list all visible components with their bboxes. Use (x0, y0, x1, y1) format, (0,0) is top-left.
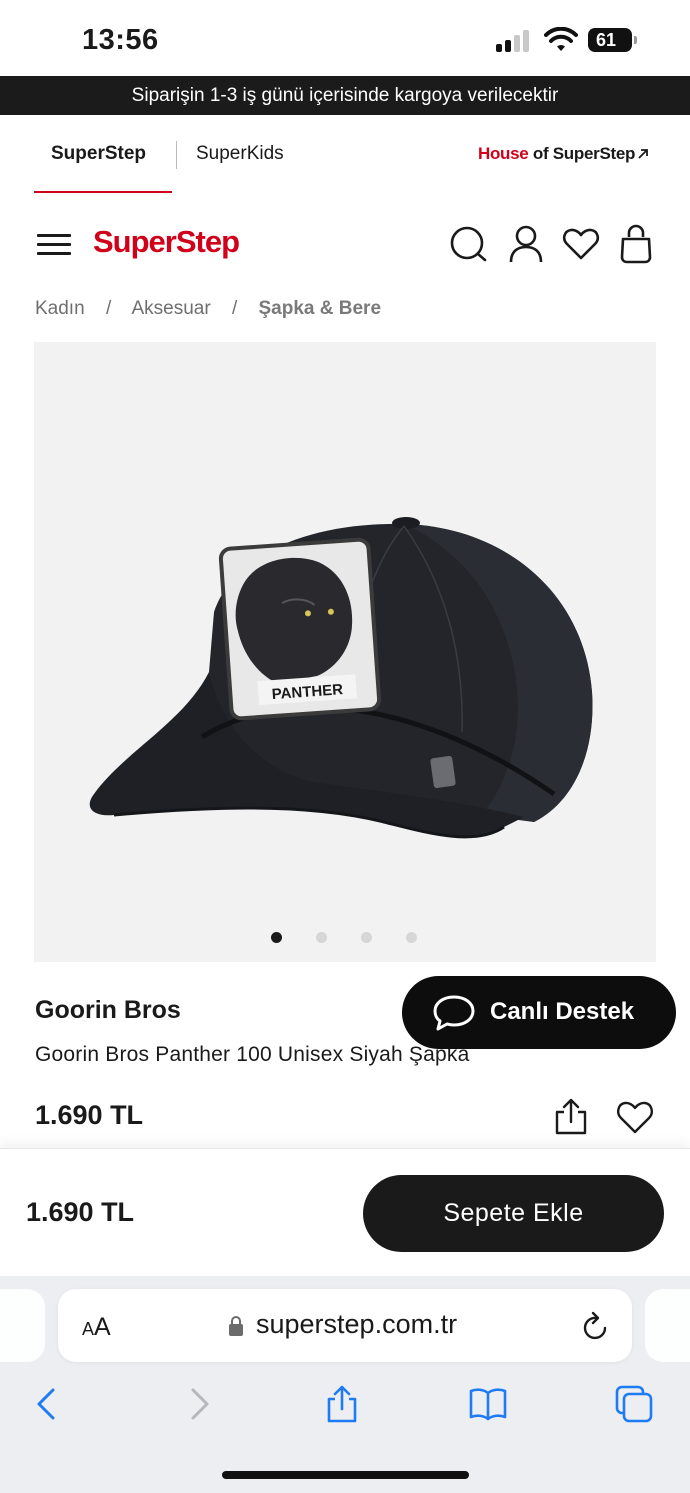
product-price: 1.690 TL (35, 1100, 144, 1130)
share-icon[interactable] (322, 1384, 362, 1424)
next-tab-preview[interactable] (645, 1289, 690, 1362)
bookmarks-icon[interactable] (468, 1384, 508, 1424)
share-icon[interactable] (552, 1098, 590, 1136)
battery-level: 61 (595, 30, 617, 50)
url-text: superstep.com.tr (256, 1309, 458, 1339)
battery-indicator: 61 (588, 28, 637, 52)
breadcrumb-item-aksesuar[interactable]: Aksesuar (131, 298, 210, 319)
tab-superkids[interactable]: SuperKids (196, 143, 284, 165)
product-brand[interactable]: Goorin Bros (35, 996, 181, 1025)
add-to-cart-button[interactable]: Sepete Ekle (363, 1175, 664, 1252)
tabs-icon[interactable] (614, 1384, 654, 1424)
lock-icon (229, 1316, 243, 1336)
breadcrumb-separator: / (231, 298, 238, 319)
aa-large: A (94, 1313, 111, 1341)
live-support-button[interactable]: Canlı Destek (402, 976, 676, 1049)
breadcrumb-item-sapka-bere[interactable]: Şapka & Bere (259, 298, 382, 319)
superstep-logo[interactable]: SuperStep (93, 224, 240, 260)
house-link-part2: of SuperStep (528, 144, 636, 163)
forward-icon[interactable] (178, 1384, 218, 1424)
reader-text-size-button[interactable]: AA (82, 1313, 111, 1342)
previous-tab-preview[interactable] (0, 1289, 45, 1362)
product-image-cap: PANTHER (89, 517, 593, 839)
house-link-part1: House (478, 144, 529, 163)
carousel-dot-1[interactable] (271, 932, 282, 943)
back-icon[interactable] (28, 1384, 68, 1424)
aa-small: A (82, 1319, 95, 1339)
status-time: 13:56 (82, 24, 159, 56)
cart-bar-price: 1.690 TL (26, 1197, 135, 1227)
main-header: SuperStep (0, 210, 690, 280)
brand-tabs: SuperStep SuperKids House of SuperStep (0, 115, 690, 195)
house-of-superstep-link[interactable]: House of SuperStep (478, 144, 635, 164)
carousel-dots (34, 930, 656, 944)
breadcrumb-item-kadin[interactable]: Kadın (35, 298, 85, 319)
cellular-signal-icon (496, 30, 534, 52)
wifi-icon (544, 27, 578, 51)
shipping-announcement: Siparişin 1-3 iş günü içerisinde kargoya… (0, 76, 690, 115)
active-tab-indicator (34, 191, 172, 193)
breadcrumb: Kadın / Aksesuar / Şapka & Bere (35, 298, 381, 320)
favorites-icon[interactable] (561, 224, 601, 264)
battery-cap (634, 36, 637, 44)
favorite-heart-icon[interactable] (616, 1100, 654, 1134)
carousel-dot-2[interactable] (316, 932, 327, 943)
breadcrumb-separator: / (105, 298, 112, 319)
carousel-dot-3[interactable] (361, 932, 372, 943)
search-icon[interactable] (448, 224, 488, 264)
tab-superstep[interactable]: SuperStep (51, 143, 146, 165)
product-image-carousel[interactable]: PANTHER (34, 342, 656, 962)
status-bar: 13:56 61 (0, 0, 690, 76)
product-name: Goorin Bros Panther 100 Unisex Siyah Şap… (35, 1043, 470, 1066)
cart-bag-icon[interactable] (616, 224, 656, 264)
sticky-cart-bar: 1.690 TL Sepete Ekle (0, 1148, 690, 1276)
address-bar[interactable]: AA superstep.com.tr (58, 1289, 632, 1362)
account-icon[interactable] (506, 224, 546, 264)
live-support-label: Canlı Destek (490, 998, 635, 1025)
tab-divider (176, 141, 177, 169)
chat-bubble-icon (433, 995, 475, 1031)
browser-chrome: AA superstep.com.tr (0, 1276, 690, 1493)
home-indicator (222, 1471, 469, 1479)
menu-icon[interactable] (37, 234, 71, 256)
external-arrow-icon (638, 149, 648, 159)
reload-icon[interactable] (582, 1311, 610, 1341)
carousel-dot-4[interactable] (406, 932, 417, 943)
